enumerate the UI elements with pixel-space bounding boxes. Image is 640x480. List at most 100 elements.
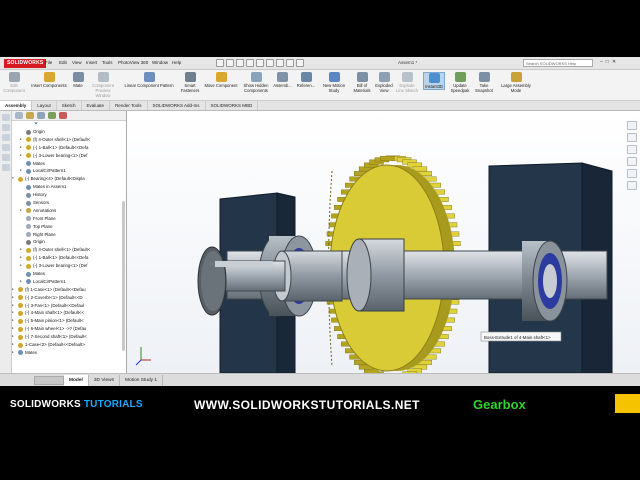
close-icon[interactable]: ✕ bbox=[612, 59, 616, 65]
zoom-fit-icon[interactable] bbox=[627, 133, 637, 142]
expand-arrow-icon[interactable]: ▸ bbox=[20, 167, 24, 175]
tree-tab-icon[interactable] bbox=[15, 112, 23, 119]
expand-arrow-icon[interactable]: ▸ bbox=[12, 325, 16, 333]
expand-arrow-icon[interactable]: ▸ bbox=[12, 294, 16, 302]
minimize-icon[interactable]: – bbox=[600, 59, 603, 65]
tree-item[interactable]: ▸ (-) 3-Lower bearing<1> (Def bbox=[12, 152, 126, 160]
tree-item[interactable]: ▸ (-) 6-Main wheel<1> ->? (Defau bbox=[12, 325, 126, 333]
tab-assembly[interactable]: Assembly bbox=[0, 101, 33, 110]
tree-item[interactable]: Mates in Assem1 bbox=[12, 183, 126, 191]
bottom-tab-motion-study-1[interactable]: Motion Study 1 bbox=[120, 374, 164, 386]
dimxpert-icon[interactable] bbox=[2, 144, 10, 151]
tree-item[interactable]: ▾ (-) Bearing<4> (Default<Displa bbox=[12, 175, 126, 183]
collapse-icon[interactable] bbox=[2, 164, 10, 171]
ribbon-cmd-instant3d[interactable]: Instant3D bbox=[423, 72, 445, 90]
tree-item[interactable]: ▸ Mates bbox=[12, 349, 126, 357]
menu-file[interactable]: File bbox=[45, 60, 52, 65]
ribbon-cmd-show-hidden-components[interactable]: Show Hidden Components bbox=[243, 72, 269, 93]
tab-solidworks-add-ins[interactable]: SOLIDWORKS Add-Ins bbox=[148, 101, 206, 110]
tree-item[interactable]: ▸ (-) 7-Second shaft<1> (Default< bbox=[12, 333, 126, 341]
tree-item[interactable]: ▸ (f) 4-Outer shell<1> (Default< bbox=[12, 136, 126, 144]
tree-item[interactable]: ▸ Annotations bbox=[12, 207, 126, 215]
bottom-tab-3d-views[interactable]: 3D Views bbox=[89, 374, 121, 386]
tree-item[interactable]: ▸ (-) 5-Main pinion<1> (Default< bbox=[12, 317, 126, 325]
menu-view[interactable]: View bbox=[72, 60, 82, 65]
menu-photoview[interactable]: PhotoView 360 bbox=[118, 60, 148, 65]
tab-layout[interactable]: Layout bbox=[32, 101, 57, 110]
tab-nav-arrows[interactable] bbox=[34, 375, 64, 385]
ribbon-cmd-update-speedpak[interactable]: Update Speedpak bbox=[449, 72, 471, 93]
property-tab-icon[interactable] bbox=[26, 112, 34, 119]
bottom-tab-model[interactable]: Model bbox=[64, 374, 89, 386]
expand-arrow-icon[interactable]: ▸ bbox=[20, 262, 24, 270]
ribbon-cmd-edit-component[interactable]: Edit Component bbox=[3, 72, 25, 93]
hide-show-icon[interactable] bbox=[627, 169, 637, 178]
property-manager-icon[interactable] bbox=[2, 124, 10, 131]
ribbon-cmd-insert-components[interactable]: Insert Components bbox=[30, 72, 68, 88]
tree-item[interactable]: ▸ (-) 3-Lower bearing<1> (Def bbox=[12, 262, 126, 270]
tree-item[interactable]: History bbox=[12, 191, 126, 199]
expand-arrow-icon[interactable]: ▸ bbox=[20, 246, 24, 254]
config-tab-icon[interactable] bbox=[37, 112, 45, 119]
tree-item[interactable]: ▸ (-) 2-Coverbr<1> (Default<<D bbox=[12, 294, 126, 302]
feature-tree-icon[interactable] bbox=[2, 114, 10, 121]
tree-item[interactable]: Right Plane bbox=[12, 231, 126, 239]
appearance-icon[interactable] bbox=[627, 181, 637, 190]
ribbon-cmd-large-assembly-mode[interactable]: Large Assembly Mode bbox=[497, 72, 535, 93]
tree-item[interactable]: Top Plane bbox=[12, 223, 126, 231]
tree-item[interactable]: ▸ (f) 4-Outer shell<1> (Default< bbox=[12, 246, 126, 254]
tree-item[interactable]: ▸ (-) 1-Ball<1> (Default<<Defa bbox=[12, 144, 126, 152]
tree-item[interactable]: Sensors bbox=[12, 199, 126, 207]
tree-item[interactable]: ▸ (-) 1-Ball<1> (Default<<Defa bbox=[12, 254, 126, 262]
graphics-area[interactable]: Boss-Extrude1 of 4-Main shaft<1> bbox=[127, 111, 640, 373]
expand-arrow-icon[interactable]: ▸ bbox=[20, 136, 24, 144]
home-icon[interactable] bbox=[216, 59, 224, 67]
expand-arrow-icon[interactable]: ▸ bbox=[12, 349, 16, 357]
menu-edit[interactable]: Edit bbox=[59, 60, 67, 65]
tree-item[interactable]: Front Plane bbox=[12, 215, 126, 223]
tree-item[interactable]: ▸ LocalCirPattern1 bbox=[12, 278, 126, 286]
filter-icon[interactable]: ⏷ bbox=[12, 121, 126, 128]
config-manager-icon[interactable] bbox=[2, 134, 10, 141]
undo-icon[interactable] bbox=[266, 59, 274, 67]
tab-evaluate[interactable]: Evaluate bbox=[82, 101, 111, 110]
tab-solidworks-mbd[interactable]: SOLIDWORKS MBD bbox=[206, 101, 259, 110]
expand-arrow-icon[interactable]: ▸ bbox=[12, 317, 16, 325]
expand-arrow-icon[interactable]: ▸ bbox=[20, 152, 24, 160]
tree-item[interactable]: ▸ (-) 3-Fan<1> (Default<<Defaul bbox=[12, 302, 126, 310]
ribbon-cmd-explode-line-sketch[interactable]: Explode Line Sketch bbox=[396, 72, 418, 93]
ribbon-cmd-exploded-view[interactable]: Exploded View bbox=[374, 72, 394, 93]
tree-item[interactable]: ▸ (f) 1-Case<1> (Default<<Defau bbox=[12, 286, 126, 294]
menu-tools[interactable]: Tools bbox=[102, 60, 113, 65]
ribbon-cmd-component-preview-window[interactable]: Component Preview Window bbox=[88, 72, 118, 98]
tree-item[interactable]: Mates bbox=[12, 270, 126, 278]
ribbon-cmd-smart-fasteners[interactable]: Smart Fasteners bbox=[180, 72, 200, 93]
display-manager-icon[interactable] bbox=[2, 154, 10, 161]
expand-arrow-icon[interactable]: ▾ bbox=[12, 175, 16, 183]
ribbon-cmd-referen[interactable]: Referen... bbox=[295, 72, 317, 88]
display-tab-icon[interactable] bbox=[59, 112, 67, 119]
ribbon-cmd-mate[interactable]: Mate bbox=[70, 72, 86, 88]
display-style-icon[interactable] bbox=[627, 157, 637, 166]
select-icon[interactable] bbox=[276, 59, 284, 67]
tab-sketch[interactable]: Sketch bbox=[57, 101, 82, 110]
expand-arrow-icon[interactable]: ▸ bbox=[20, 207, 24, 215]
tree-item[interactable]: Origin bbox=[12, 128, 126, 136]
ribbon-cmd-assemb[interactable]: Assemb... bbox=[272, 72, 293, 88]
expand-arrow-icon[interactable]: ▸ bbox=[12, 309, 16, 317]
maximize-icon[interactable]: □ bbox=[606, 59, 609, 65]
view-orient-icon[interactable] bbox=[627, 121, 637, 130]
rebuild-icon[interactable] bbox=[286, 59, 294, 67]
expand-arrow-icon[interactable]: ▸ bbox=[20, 144, 24, 152]
ribbon-cmd-linear-component-pattern[interactable]: Linear Component Pattern bbox=[123, 72, 175, 88]
tree-scrollbar[interactable] bbox=[122, 201, 125, 351]
tree-item[interactable]: Origin bbox=[12, 238, 126, 246]
tree-item[interactable]: Mates bbox=[12, 160, 126, 168]
tab-render-tools[interactable]: Render Tools bbox=[110, 101, 148, 110]
menu-insert[interactable]: Insert bbox=[86, 60, 97, 65]
dimxpert-tab-icon[interactable] bbox=[48, 112, 56, 119]
new-icon[interactable] bbox=[226, 59, 234, 67]
ribbon-cmd-bill-of-materials[interactable]: Bill of Materials bbox=[352, 72, 372, 93]
expand-arrow-icon[interactable]: ▸ bbox=[12, 333, 16, 341]
print-icon[interactable] bbox=[256, 59, 264, 67]
